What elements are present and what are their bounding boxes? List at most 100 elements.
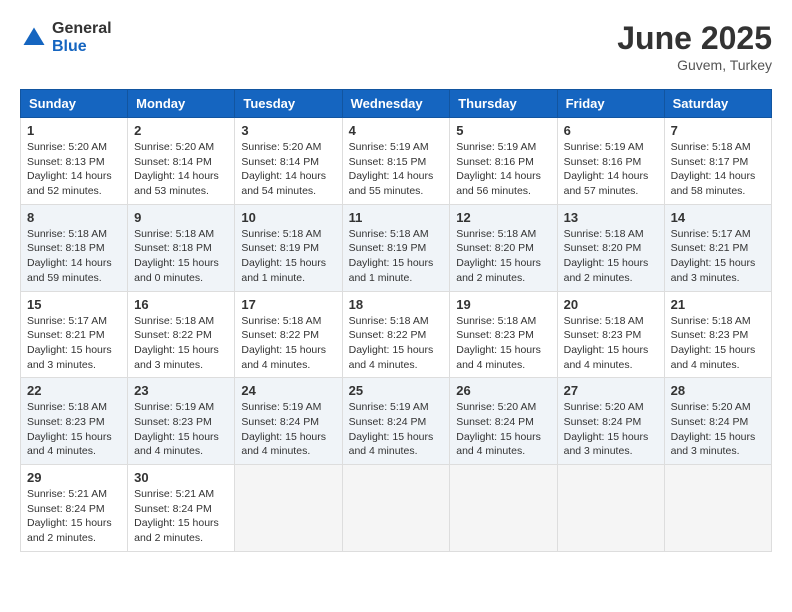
table-row: 2 Sunrise: 5:20 AM Sunset: 8:14 PM Dayli… [128,118,235,205]
day-number: 29 [27,470,121,485]
table-row: 7 Sunrise: 5:18 AM Sunset: 8:17 PM Dayli… [664,118,771,205]
day-info: Sunrise: 5:20 AM Sunset: 8:13 PM Dayligh… [27,140,121,199]
day-info: Sunrise: 5:18 AM Sunset: 8:23 PM Dayligh… [564,314,658,373]
sunrise-text: Sunrise: 5:18 AM [456,228,536,240]
sunrise-text: Sunrise: 5:17 AM [27,315,107,327]
sunrise-text: Sunrise: 5:20 AM [456,401,536,413]
day-number: 28 [671,383,765,398]
sunset-text: Sunset: 8:18 PM [27,242,105,254]
sunset-text: Sunset: 8:16 PM [564,156,642,168]
day-info: Sunrise: 5:18 AM Sunset: 8:18 PM Dayligh… [134,227,228,286]
day-info: Sunrise: 5:18 AM Sunset: 8:23 PM Dayligh… [456,314,550,373]
sunrise-text: Sunrise: 5:18 AM [241,228,321,240]
sunrise-text: Sunrise: 5:18 AM [27,228,107,240]
daylight-text: Daylight: 15 hours and 4 minutes. [456,431,541,458]
table-row: 26 Sunrise: 5:20 AM Sunset: 8:24 PM Dayl… [450,378,557,465]
day-info: Sunrise: 5:18 AM Sunset: 8:18 PM Dayligh… [27,227,121,286]
day-number: 23 [134,383,228,398]
sunrise-text: Sunrise: 5:17 AM [671,228,751,240]
logo: General Blue [20,20,112,55]
sunrise-text: Sunrise: 5:19 AM [349,141,429,153]
sunrise-text: Sunrise: 5:19 AM [349,401,429,413]
table-row [342,465,450,552]
sunrise-text: Sunrise: 5:20 AM [671,401,751,413]
daylight-text: Daylight: 14 hours and 54 minutes. [241,170,326,197]
table-row: 17 Sunrise: 5:18 AM Sunset: 8:22 PM Dayl… [235,291,342,378]
table-row: 5 Sunrise: 5:19 AM Sunset: 8:16 PM Dayli… [450,118,557,205]
day-number: 4 [349,123,444,138]
daylight-text: Daylight: 15 hours and 4 minutes. [671,344,756,371]
sunset-text: Sunset: 8:20 PM [564,242,642,254]
sunrise-text: Sunrise: 5:18 AM [564,315,644,327]
day-number: 6 [564,123,658,138]
sunset-text: Sunset: 8:15 PM [349,156,427,168]
col-wednesday: Wednesday [342,90,450,118]
table-row: 27 Sunrise: 5:20 AM Sunset: 8:24 PM Dayl… [557,378,664,465]
daylight-text: Daylight: 14 hours and 57 minutes. [564,170,649,197]
day-info: Sunrise: 5:19 AM Sunset: 8:15 PM Dayligh… [349,140,444,199]
day-number: 26 [456,383,550,398]
sunset-text: Sunset: 8:18 PM [134,242,212,254]
daylight-text: Daylight: 15 hours and 4 minutes. [241,431,326,458]
table-row: 13 Sunrise: 5:18 AM Sunset: 8:20 PM Dayl… [557,204,664,291]
sunrise-text: Sunrise: 5:18 AM [27,401,107,413]
daylight-text: Daylight: 15 hours and 1 minute. [241,257,326,284]
day-info: Sunrise: 5:18 AM Sunset: 8:19 PM Dayligh… [241,227,335,286]
day-info: Sunrise: 5:18 AM Sunset: 8:22 PM Dayligh… [349,314,444,373]
daylight-text: Daylight: 14 hours and 56 minutes. [456,170,541,197]
day-info: Sunrise: 5:21 AM Sunset: 8:24 PM Dayligh… [27,487,121,546]
col-thursday: Thursday [450,90,557,118]
sunset-text: Sunset: 8:24 PM [456,416,534,428]
table-row: 19 Sunrise: 5:18 AM Sunset: 8:23 PM Dayl… [450,291,557,378]
sunset-text: Sunset: 8:16 PM [456,156,534,168]
daylight-text: Daylight: 15 hours and 2 minutes. [564,257,649,284]
calendar-week-row: 1 Sunrise: 5:20 AM Sunset: 8:13 PM Dayli… [21,118,772,205]
day-number: 15 [27,297,121,312]
sunrise-text: Sunrise: 5:18 AM [349,315,429,327]
table-row: 21 Sunrise: 5:18 AM Sunset: 8:23 PM Dayl… [664,291,771,378]
day-number: 30 [134,470,228,485]
table-row [450,465,557,552]
sunrise-text: Sunrise: 5:19 AM [134,401,214,413]
sunrise-text: Sunrise: 5:19 AM [456,141,536,153]
day-number: 5 [456,123,550,138]
day-info: Sunrise: 5:17 AM Sunset: 8:21 PM Dayligh… [27,314,121,373]
daylight-text: Daylight: 15 hours and 4 minutes. [349,344,434,371]
col-tuesday: Tuesday [235,90,342,118]
table-row: 23 Sunrise: 5:19 AM Sunset: 8:23 PM Dayl… [128,378,235,465]
day-info: Sunrise: 5:18 AM Sunset: 8:17 PM Dayligh… [671,140,765,199]
sunrise-text: Sunrise: 5:18 AM [134,315,214,327]
daylight-text: Daylight: 15 hours and 4 minutes. [241,344,326,371]
daylight-text: Daylight: 14 hours and 58 minutes. [671,170,756,197]
day-number: 8 [27,210,121,225]
daylight-text: Daylight: 14 hours and 55 minutes. [349,170,434,197]
calendar-week-row: 22 Sunrise: 5:18 AM Sunset: 8:23 PM Dayl… [21,378,772,465]
sunset-text: Sunset: 8:23 PM [564,329,642,341]
table-row [557,465,664,552]
sunset-text: Sunset: 8:20 PM [456,242,534,254]
day-info: Sunrise: 5:18 AM Sunset: 8:19 PM Dayligh… [349,227,444,286]
sunset-text: Sunset: 8:24 PM [564,416,642,428]
table-row: 16 Sunrise: 5:18 AM Sunset: 8:22 PM Dayl… [128,291,235,378]
table-row: 10 Sunrise: 5:18 AM Sunset: 8:19 PM Dayl… [235,204,342,291]
day-info: Sunrise: 5:19 AM Sunset: 8:24 PM Dayligh… [349,400,444,459]
sunset-text: Sunset: 8:17 PM [671,156,749,168]
day-number: 21 [671,297,765,312]
table-row: 3 Sunrise: 5:20 AM Sunset: 8:14 PM Dayli… [235,118,342,205]
table-row: 22 Sunrise: 5:18 AM Sunset: 8:23 PM Dayl… [21,378,128,465]
sunrise-text: Sunrise: 5:18 AM [456,315,536,327]
sunset-text: Sunset: 8:22 PM [241,329,319,341]
table-row: 1 Sunrise: 5:20 AM Sunset: 8:13 PM Dayli… [21,118,128,205]
day-info: Sunrise: 5:19 AM Sunset: 8:23 PM Dayligh… [134,400,228,459]
day-info: Sunrise: 5:20 AM Sunset: 8:14 PM Dayligh… [134,140,228,199]
day-number: 13 [564,210,658,225]
daylight-text: Daylight: 15 hours and 3 minutes. [671,257,756,284]
daylight-text: Daylight: 15 hours and 4 minutes. [134,431,219,458]
daylight-text: Daylight: 15 hours and 3 minutes. [564,431,649,458]
day-info: Sunrise: 5:20 AM Sunset: 8:24 PM Dayligh… [456,400,550,459]
day-number: 19 [456,297,550,312]
col-monday: Monday [128,90,235,118]
day-info: Sunrise: 5:19 AM Sunset: 8:16 PM Dayligh… [456,140,550,199]
table-row: 8 Sunrise: 5:18 AM Sunset: 8:18 PM Dayli… [21,204,128,291]
daylight-text: Daylight: 15 hours and 2 minutes. [27,517,112,544]
